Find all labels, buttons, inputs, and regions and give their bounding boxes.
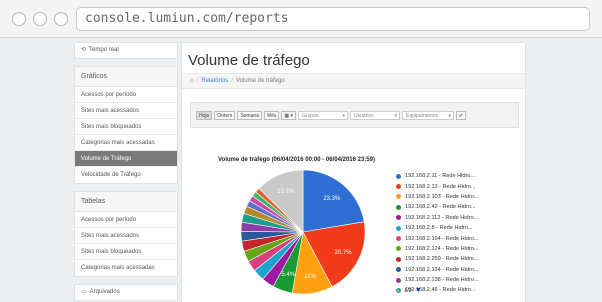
- sync-icon: ⟲: [81, 47, 87, 53]
- legend-swatch: [396, 204, 401, 210]
- legend-label: 192.168.2.104 - Rede Hidro...: [405, 235, 479, 242]
- legend-item[interactable]: 192.168.2.104 - Rede Hidro...: [396, 233, 479, 243]
- legend-label: 192.168.2.138 - Rede Hidro...: [405, 277, 479, 284]
- sidebar-item-tabela-sites-bloqueados[interactable]: Sites mais bloqueados: [75, 244, 177, 260]
- legend-item[interactable]: 192.168.2.250 - Rede Hidro...: [396, 254, 479, 264]
- pie-data-label-3: 5.4%: [281, 272, 295, 278]
- sidebar-item-tabela-sites-acessados[interactable]: Sites mais acessados: [75, 228, 177, 244]
- legend-item[interactable]: 192.168.2.8 - Rede Hidro...: [396, 223, 479, 233]
- legend-swatch: [396, 215, 401, 221]
- window-minimize-button[interactable]: [33, 12, 47, 26]
- legend-label: 192.168.2.42 - Rede Hidro...: [405, 204, 476, 211]
- sidebar-item-realtime[interactable]: ⟲ Tempo real: [75, 43, 177, 58]
- graficos-header: Gráficos: [75, 67, 177, 87]
- legend-label: 192.168.2.112 - Rede Hidro...: [405, 214, 479, 221]
- pie-data-label-1: 20.7%: [335, 250, 353, 256]
- legend-item[interactable]: 192.168.2.11 - Rede Hidro...: [396, 171, 479, 181]
- legend-item[interactable]: 192.168.2.134 - Rede Hidro...: [396, 265, 479, 275]
- address-bar[interactable]: console.lumiun.com/reports: [76, 7, 590, 31]
- legend-swatch: [396, 236, 401, 242]
- legend-swatch: [396, 225, 401, 231]
- tabelas-box: Tabelas Acessos por período Sites mais a…: [74, 191, 178, 277]
- sidebar-item-acessos-periodo[interactable]: Acessos por período: [75, 87, 177, 103]
- pie-data-label-0: 23.3%: [323, 196, 341, 202]
- legend-swatch: [396, 256, 401, 262]
- sidebar-item-tabela-categorias[interactable]: Categorias mais acessadas: [75, 260, 177, 276]
- window-close-button[interactable]: [12, 12, 26, 26]
- main-panel: Volume de tráfego ⌂ / Relatórios / Volume de…: [181, 42, 526, 302]
- legend-prev-page-icon[interactable]: ▲: [395, 288, 401, 294]
- sidebar-item-sites-acessados[interactable]: Sites mais acessados: [75, 103, 177, 119]
- legend-item[interactable]: 192.168.2.103 - Rede Hidro...: [396, 192, 479, 202]
- sidebar: ⟲ Tempo real Gráficos Acessos por período…: [74, 42, 178, 302]
- sidebar-item-volume-trafego[interactable]: Volume de Tráfego: [75, 151, 177, 167]
- browser-window: console.lumiun.com/reports ⟲ Tempo real G…: [0, 0, 602, 302]
- legend-label: 192.168.2.124 - Rede Hidro...: [405, 245, 479, 252]
- sidebar-item-tabela-acessos-periodo[interactable]: Acessos por período: [75, 212, 177, 228]
- legend-next-page-icon[interactable]: ▼: [415, 287, 422, 294]
- legend-item[interactable]: 192.168.2.138 - Rede Hidro...: [396, 275, 479, 285]
- legend-item[interactable]: 192.168.2.124 - Rede Hidro...: [396, 244, 479, 254]
- legend-label: 192.168.2.13 - Rede Hidro...: [405, 183, 476, 190]
- pie-data-label-2: 11%: [304, 274, 316, 280]
- folder-icon: ▭: [81, 289, 87, 295]
- legend-swatch: [396, 246, 401, 252]
- legend-label: 192.168.2.250 - Rede Hidro...: [405, 256, 479, 263]
- legend-label: 192.168.2.103 - Rede Hidro...: [405, 193, 479, 200]
- legend-swatch: [396, 277, 401, 283]
- legend-swatch: [396, 173, 401, 179]
- legend-swatch: [396, 267, 401, 273]
- legend-item[interactable]: 192.168.2.42 - Rede Hidro...: [396, 202, 479, 212]
- legend-pager: ▲ 1/2 ▼: [395, 287, 422, 294]
- realtime-box: ⟲ Tempo real: [74, 42, 178, 59]
- legend-page-number: 1/2: [403, 287, 412, 294]
- browser-toolbar: console.lumiun.com/reports: [0, 0, 602, 38]
- sidebar-item-categorias-acessadas[interactable]: Categorias mais acessadas: [75, 135, 177, 151]
- legend-item[interactable]: 192.168.2.112 - Rede Hidro...: [396, 213, 479, 223]
- legend-label: 192.168.2.8 - Rede Hidro...: [405, 225, 473, 232]
- arquivados-box: ▭ Arquivados: [74, 284, 178, 301]
- legend-label: 192.168.2.134 - Rede Hidro...: [405, 266, 479, 273]
- legend-swatch: [396, 184, 401, 190]
- sidebar-item-velocidade-trafego[interactable]: Velocidade de Tráfego: [75, 167, 177, 183]
- tabelas-header: Tabelas: [75, 192, 177, 212]
- legend-label: 192.168.2.11 - Rede Hidro...: [405, 173, 476, 180]
- page-viewport: ⟲ Tempo real Gráficos Acessos por período…: [0, 39, 602, 302]
- legend-swatch: [396, 194, 401, 200]
- sidebar-item-sites-bloqueados[interactable]: Sites mais bloqueados: [75, 119, 177, 135]
- graficos-box: Gráficos Acessos por período Sites mais …: [74, 66, 178, 184]
- chart-legend: 192.168.2.11 - Rede Hidro... 192.168.2.13…: [396, 171, 479, 296]
- sidebar-item-arquivados[interactable]: ▭ Arquivados: [75, 285, 177, 300]
- pie-data-label-17: 13.1%: [277, 189, 295, 195]
- legend-item[interactable]: 192.168.2.13 - Rede Hidro...: [396, 181, 479, 191]
- window-maximize-button[interactable]: [54, 12, 68, 26]
